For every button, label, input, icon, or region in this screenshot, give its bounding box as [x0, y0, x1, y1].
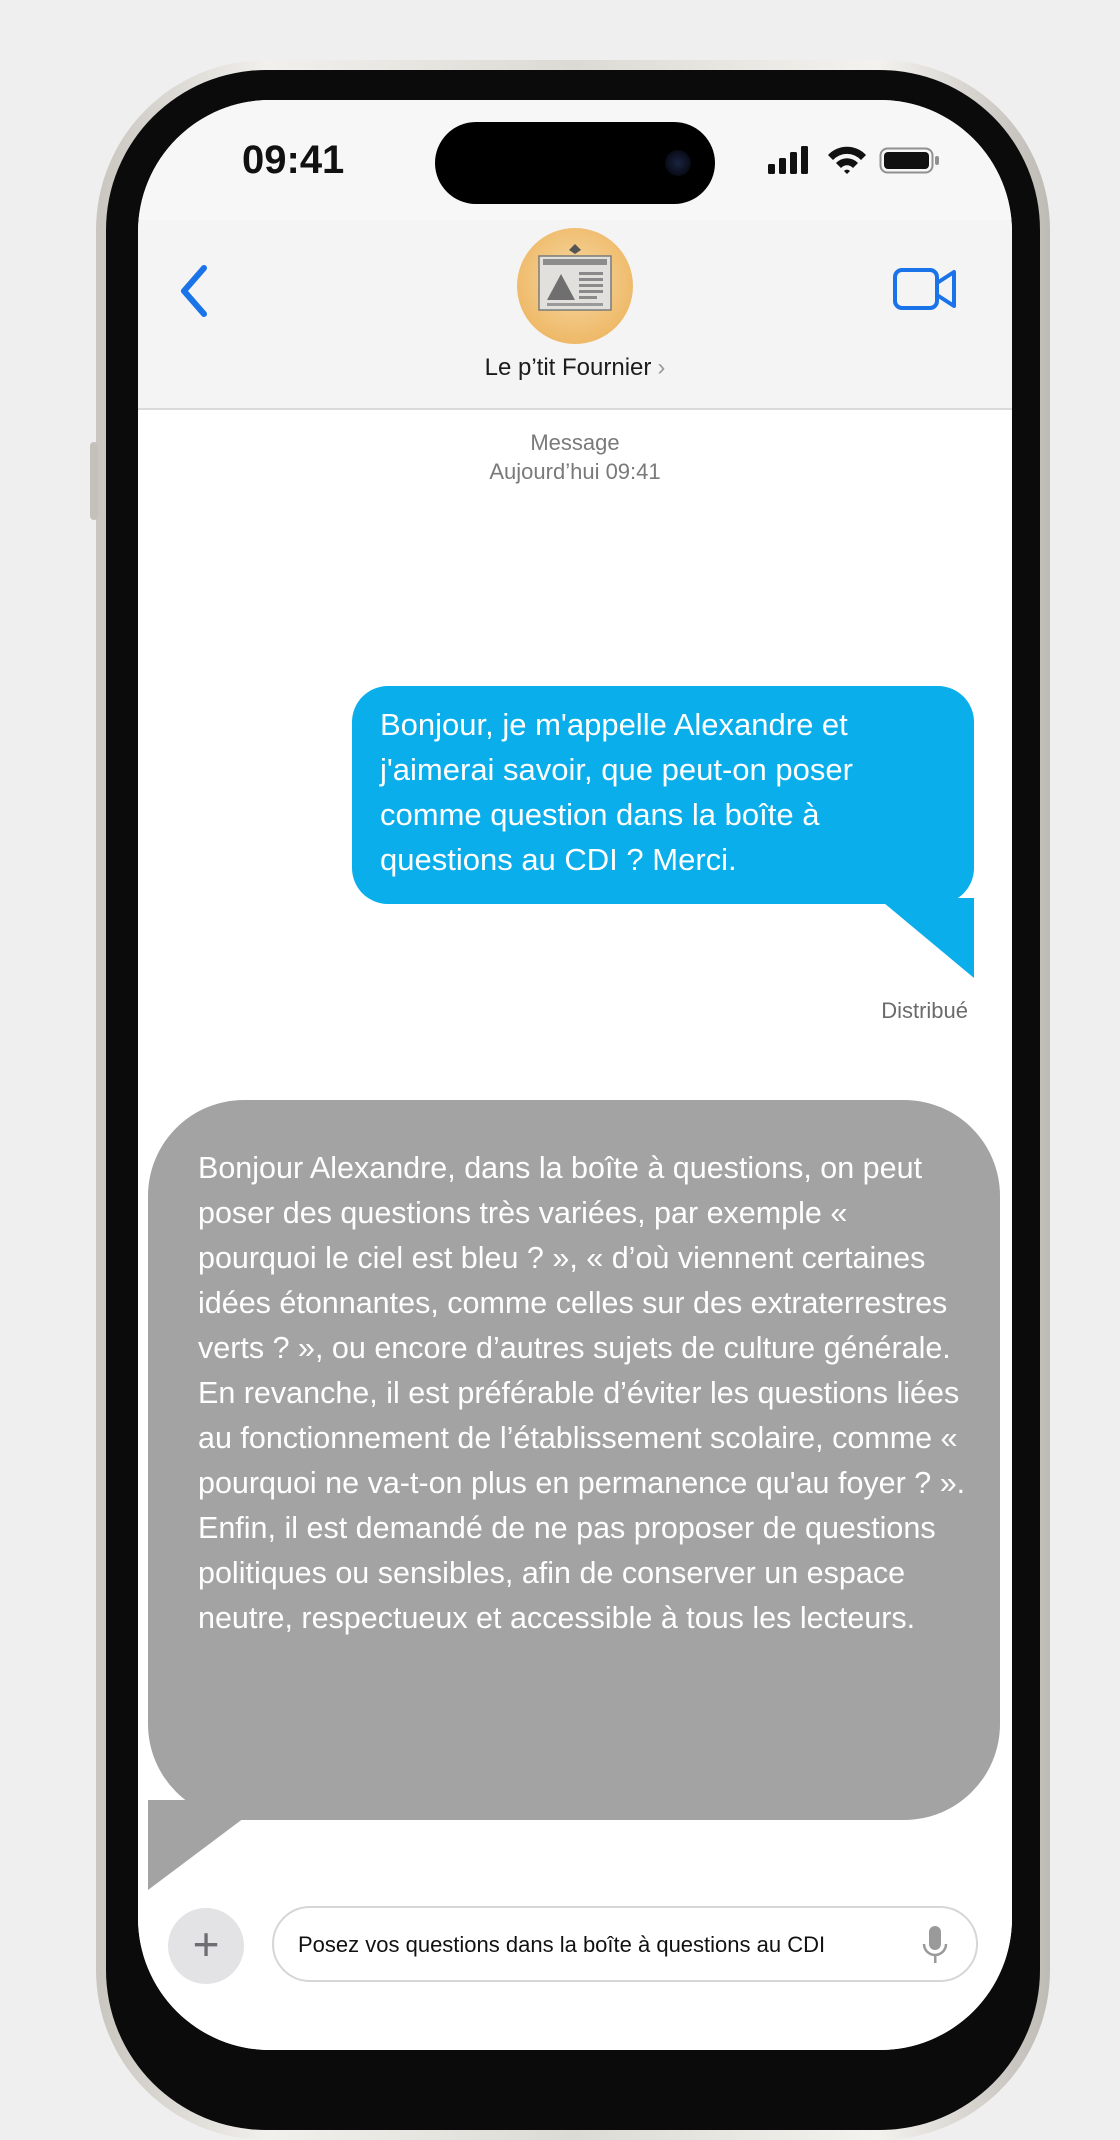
- incoming-bubble-tail: [148, 1800, 268, 1890]
- conversation-header: Le p’tit Fournier ›: [138, 220, 1012, 410]
- status-icons: [768, 144, 944, 176]
- plus-button[interactable]: +: [168, 1908, 244, 1984]
- wifi-icon: [828, 146, 866, 174]
- screen: 09:41 Le p’tit Fournier › Message Aujour…: [138, 100, 1012, 2050]
- message-input[interactable]: [296, 1922, 900, 1968]
- video-camera-icon: [893, 268, 956, 310]
- microphone-icon[interactable]: [922, 1924, 948, 1966]
- newspaper-icon: [538, 244, 612, 311]
- signal-icon: [768, 146, 808, 174]
- message-composer: +: [138, 1900, 1012, 2050]
- delivery-status: Distribué: [881, 998, 968, 1023]
- chevron-left-icon: [181, 265, 207, 317]
- message-input-field[interactable]: [272, 1906, 978, 1982]
- status-bar: 09:41: [138, 100, 1012, 220]
- service-label: Message: [530, 430, 620, 455]
- outgoing-bubble-tail: [878, 898, 974, 978]
- contact-name: Le p’tit Fournier: [484, 354, 652, 381]
- outgoing-message-text: Bonjour, je m'appelle Alexandre et j'aim…: [380, 707, 853, 877]
- status-time: 09:41: [242, 138, 345, 182]
- contact-name-row[interactable]: Le p’tit Fournier ›: [138, 354, 1012, 382]
- chevron-right-icon: ›: [657, 354, 666, 381]
- battery-icon: [879, 147, 939, 174]
- incoming-message-text: Bonjour Alexandre, dans la boîte à quest…: [198, 1151, 966, 1635]
- conversation-meta: Message Aujourd’hui 09:41: [138, 428, 1012, 486]
- plus-icon: +: [192, 1918, 220, 1970]
- phone-side-button: [90, 442, 98, 520]
- dynamic-island: [435, 122, 715, 204]
- contact-avatar[interactable]: [517, 228, 633, 344]
- video-call-button[interactable]: [892, 264, 958, 314]
- back-button[interactable]: [170, 256, 220, 326]
- conversation-timestamp: Aujourd’hui 09:41: [489, 459, 661, 484]
- front-camera-icon: [665, 150, 691, 176]
